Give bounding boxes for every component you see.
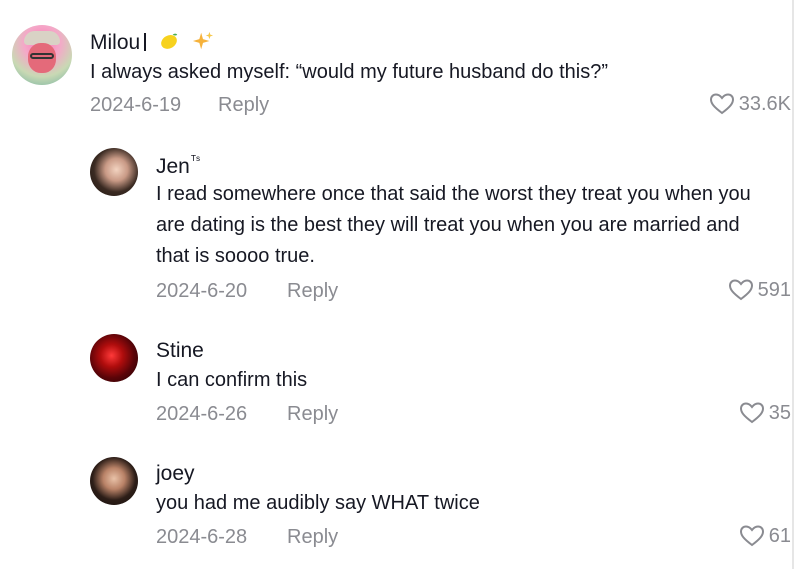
- like-button[interactable]: 35: [739, 401, 791, 425]
- username-label[interactable]: Milou: [90, 31, 140, 54]
- reply-date: 2024-6-20: [156, 280, 248, 302]
- heart-outline-icon: [709, 93, 734, 115]
- reply-button[interactable]: Reply: [287, 526, 338, 549]
- avatar[interactable]: [90, 334, 138, 382]
- comment-username[interactable]: Milou: [90, 30, 214, 55]
- sparkles-icon: [192, 31, 213, 50]
- reply-text: I read somewhere once that said the wors…: [156, 183, 751, 267]
- reply-text: you had me audibly say WHAT twice: [156, 492, 480, 514]
- reply-button[interactable]: Reply: [218, 94, 269, 117]
- reply-button[interactable]: Reply: [287, 280, 338, 303]
- like-button[interactable]: 591: [728, 278, 791, 302]
- like-button[interactable]: 61: [739, 524, 791, 548]
- heart-outline-icon: [728, 279, 753, 301]
- like-button[interactable]: 33.6K: [709, 92, 791, 116]
- reply-date: 2024-6-28: [156, 526, 248, 548]
- heart-outline-icon: [739, 525, 764, 547]
- reply-username[interactable]: joey: [156, 462, 195, 486]
- avatar-glasses-shape: [30, 53, 54, 59]
- like-count: 591: [757, 278, 791, 301]
- reply-username[interactable]: Stine: [156, 339, 204, 363]
- like-count: 35: [768, 401, 791, 424]
- reply-date: 2024-6-26: [156, 403, 248, 425]
- like-count: 33.6K: [738, 92, 791, 115]
- comment-date: 2024-6-19: [90, 94, 182, 116]
- comment-text: I always asked myself: “would my future …: [90, 61, 609, 83]
- username-label[interactable]: Jen: [156, 155, 190, 178]
- reply-text: I can confirm this: [156, 369, 308, 391]
- avatar[interactable]: [12, 25, 72, 85]
- reply-username[interactable]: Jenᵀˢ: [156, 153, 200, 179]
- like-count: 61: [768, 524, 791, 547]
- reply-button[interactable]: Reply: [287, 403, 338, 426]
- avatar[interactable]: [90, 148, 138, 196]
- avatar[interactable]: [90, 457, 138, 505]
- heart-outline-icon: [739, 402, 764, 424]
- username-divider: [144, 33, 147, 51]
- username-tag: ᵀˢ: [190, 153, 201, 167]
- lemon-icon: [161, 33, 178, 49]
